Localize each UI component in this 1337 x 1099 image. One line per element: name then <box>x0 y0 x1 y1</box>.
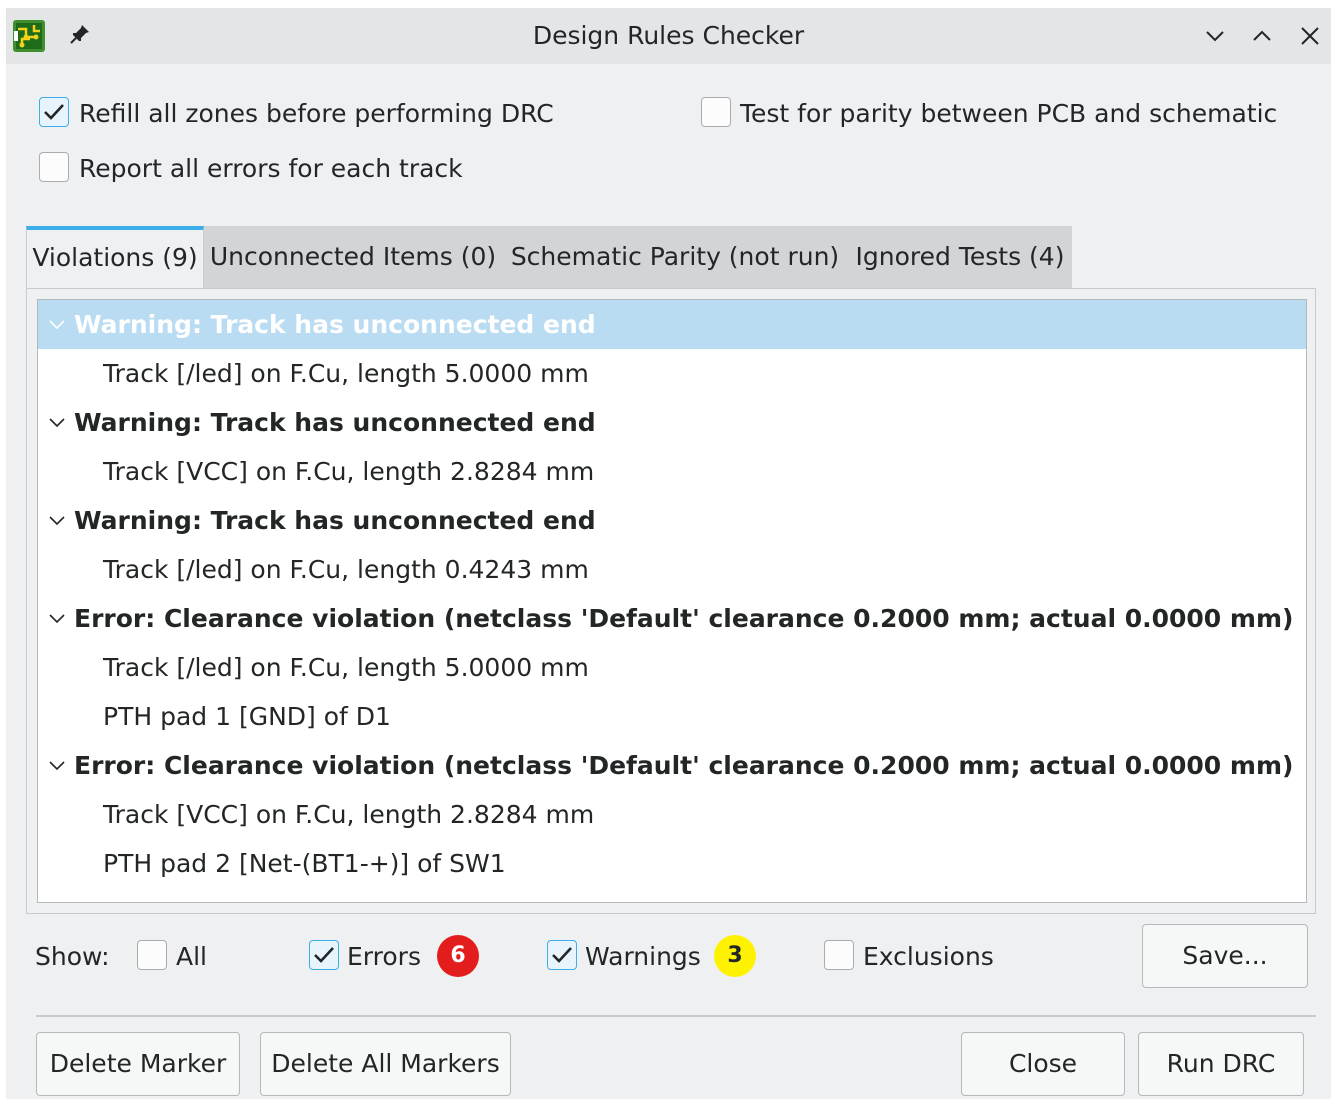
violation-row[interactable]: Warning: Track has unconnected end <box>38 496 1306 545</box>
tab-schematic-parity[interactable]: Schematic Parity (not run) <box>508 226 842 288</box>
violations-panel: Warning: Track has unconnected end Track… <box>26 288 1316 914</box>
tab-unconnected-items[interactable]: Unconnected Items (0) <box>206 226 500 288</box>
violation-item: PTH pad 1 [GND] of D1 <box>103 702 391 731</box>
violation-item-row[interactable]: PTH pad 2 [Net-(BT1-+)] of SW1 <box>38 839 1306 888</box>
save-button[interactable]: Save... <box>1142 924 1308 988</box>
tab-ignored-tests[interactable]: Ignored Tests (4) <box>848 226 1072 288</box>
chevron-down-icon[interactable] <box>47 755 67 775</box>
violation-title: Error: Clearance violation (netclass 'De… <box>74 751 1294 780</box>
violation-item: Track [/led] on F.Cu, length 5.0000 mm <box>103 653 589 682</box>
chevron-down-icon[interactable] <box>47 314 67 334</box>
violation-title: Warning: Track has unconnected end <box>74 506 596 535</box>
close-button[interactable]: Close <box>961 1032 1125 1096</box>
violation-item: Track [/led] on F.Cu, length 0.4243 mm <box>103 555 589 584</box>
show-all-label[interactable]: All <box>176 940 207 974</box>
test-parity-label[interactable]: Test for parity between PCB and schemati… <box>740 97 1277 131</box>
divider <box>36 1015 1316 1017</box>
violation-item-row[interactable]: Track [/led] on F.Cu, length 5.0000 mm <box>38 349 1306 398</box>
violation-title: Warning: Track has unconnected end <box>74 408 596 437</box>
violation-title: Error: Clearance violation (netclass 'De… <box>74 604 1294 633</box>
violation-item: Track [/led] on F.Cu, length 5.0000 mm <box>103 359 589 388</box>
refill-zones-checkbox[interactable] <box>39 97 69 127</box>
delete-marker-button[interactable]: Delete Marker <box>36 1032 240 1096</box>
violation-row[interactable]: Warning: Track has unconnected end <box>38 398 1306 447</box>
chevron-down-icon[interactable] <box>47 510 67 530</box>
report-all-errors-checkbox[interactable] <box>39 152 69 182</box>
delete-all-markers-button[interactable]: Delete All Markers <box>260 1032 511 1096</box>
chevron-down-icon[interactable] <box>47 608 67 628</box>
violations-tree[interactable]: Warning: Track has unconnected end Track… <box>37 299 1307 903</box>
window-title: Design Rules Checker <box>532 21 805 50</box>
warnings-count-badge: 3 <box>714 935 756 977</box>
violation-item-row[interactable]: PTH pad 1 [GND] of D1 <box>38 692 1306 741</box>
violation-item: PTH pad 2 [Net-(BT1-+)] of SW1 <box>103 849 506 878</box>
tab-violations[interactable]: Violations (9) <box>26 226 204 288</box>
show-errors-label[interactable]: Errors <box>347 940 421 974</box>
report-all-errors-label[interactable]: Report all errors for each track <box>79 152 463 186</box>
errors-count-badge: 6 <box>437 935 479 977</box>
minimize-icon[interactable] <box>1201 22 1229 50</box>
chevron-down-icon[interactable] <box>47 412 67 432</box>
violation-title: Warning: Track has unconnected end <box>74 310 596 339</box>
run-drc-button[interactable]: Run DRC <box>1138 1032 1304 1096</box>
checkmark-icon <box>552 947 572 963</box>
show-all-checkbox[interactable] <box>137 940 167 970</box>
title-bar[interactable]: Design Rules Checker <box>6 8 1331 64</box>
show-errors-checkbox[interactable] <box>309 940 339 970</box>
violation-item: Track [VCC] on F.Cu, length 2.8284 mm <box>103 457 595 486</box>
violation-row[interactable]: Error: Clearance violation (netclass 'De… <box>38 741 1306 790</box>
show-warnings-checkbox[interactable] <box>547 940 577 970</box>
drc-dialog: Design Rules Checker Refill all zones be… <box>6 8 1331 1099</box>
show-exclusions-checkbox[interactable] <box>824 940 854 970</box>
violation-row[interactable]: Warning: Track has unconnected end <box>38 300 1306 349</box>
show-label: Show: <box>35 942 110 971</box>
test-parity-checkbox[interactable] <box>701 97 731 127</box>
checkmark-icon <box>44 104 64 120</box>
violation-item: Track [VCC] on F.Cu, length 2.8284 mm <box>103 800 595 829</box>
violation-item-row[interactable]: Track [VCC] on F.Cu, length 2.8284 mm <box>38 790 1306 839</box>
violation-item-row[interactable]: Track [VCC] on F.Cu, length 2.8284 mm <box>38 447 1306 496</box>
refill-zones-label[interactable]: Refill all zones before performing DRC <box>79 97 554 131</box>
violation-item-row[interactable]: Track [/led] on F.Cu, length 5.0000 mm <box>38 643 1306 692</box>
close-icon[interactable] <box>1296 22 1324 50</box>
maximize-icon[interactable] <box>1248 22 1276 50</box>
show-exclusions-label[interactable]: Exclusions <box>863 940 994 974</box>
checkmark-icon <box>314 947 334 963</box>
violation-item-row[interactable]: Track [/led] on F.Cu, length 0.4243 mm <box>38 545 1306 594</box>
show-warnings-label[interactable]: Warnings <box>585 940 701 974</box>
violation-row[interactable]: Error: Clearance violation (netclass 'De… <box>38 594 1306 643</box>
